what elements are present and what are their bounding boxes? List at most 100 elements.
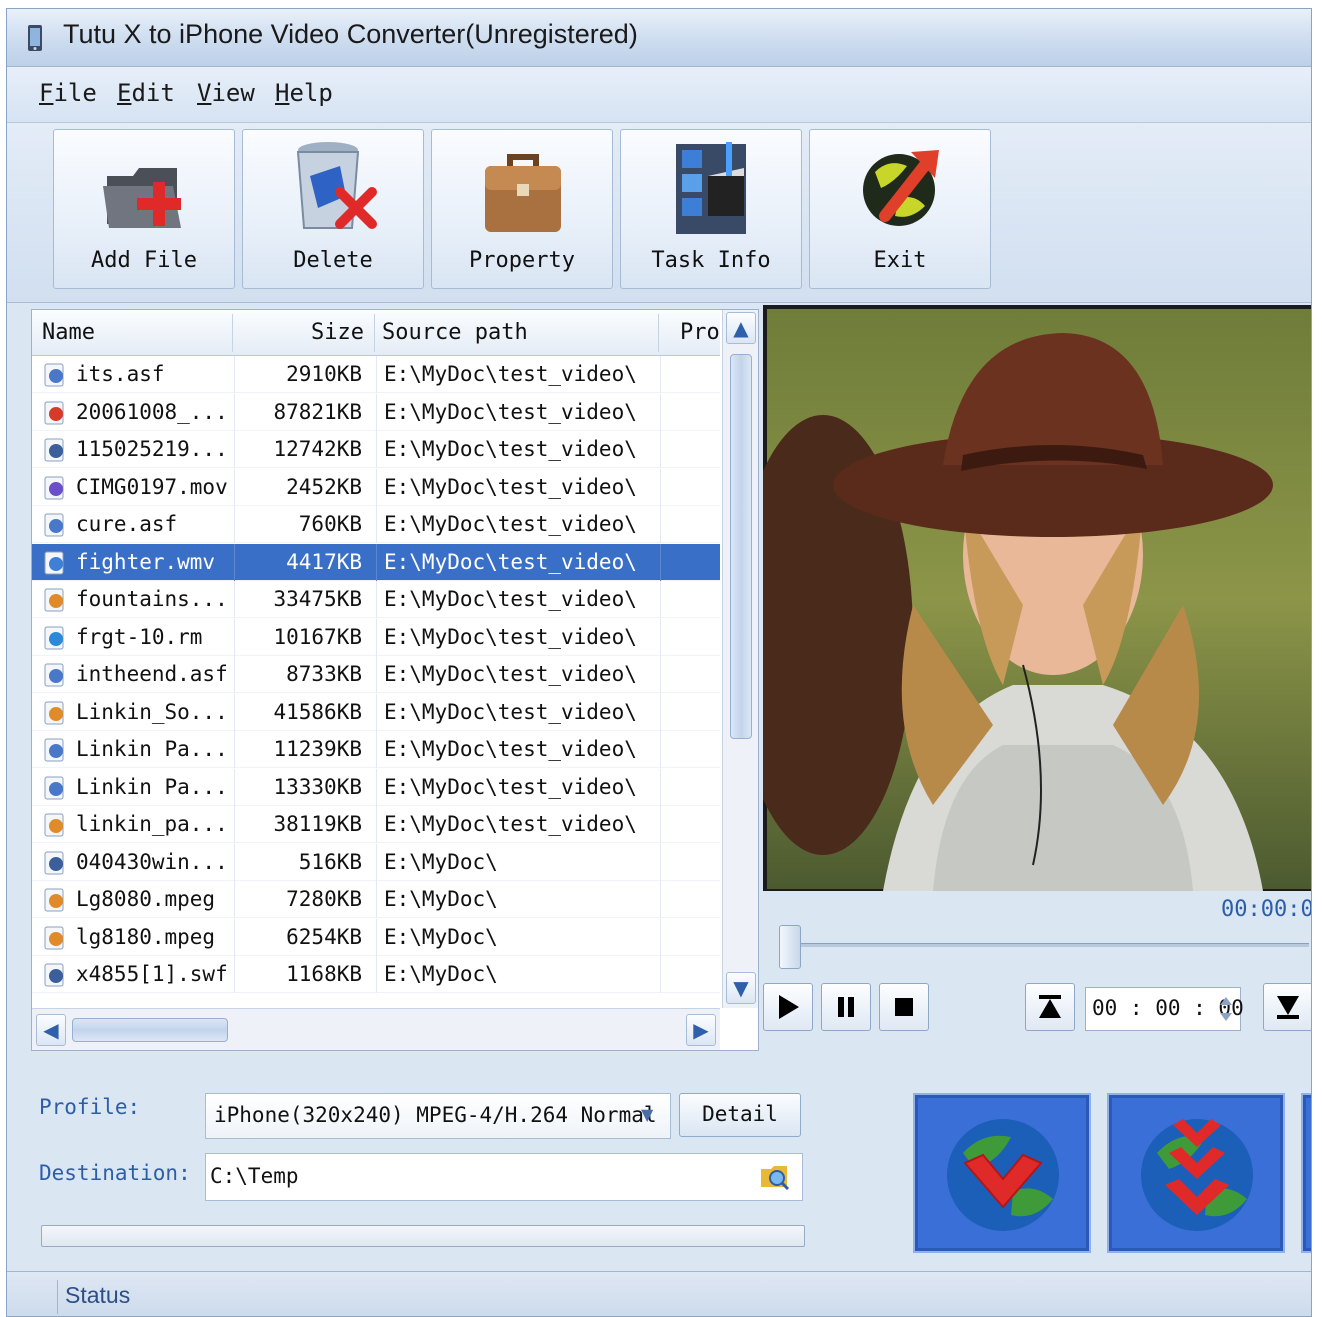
table-row[interactable]: lg8180.mpeg 6254KB E:\MyDoc\	[32, 918, 720, 956]
table-row[interactable]: Lg8080.mpeg 7280KB E:\MyDoc\	[32, 881, 720, 918]
pause-button[interactable]	[821, 983, 871, 1031]
profile-select[interactable]: iPhone(320x240) MPEG-4/H.264 Normal	[205, 1093, 671, 1139]
convert-globe-icon	[947, 1119, 1059, 1231]
seek-track[interactable]	[779, 943, 1309, 947]
property-button[interactable]: Property	[431, 129, 613, 289]
mov-icon	[44, 476, 64, 499]
briefcase-icon	[485, 154, 561, 232]
status-text: Status	[65, 1282, 131, 1308]
file-size: 1168KB	[286, 962, 362, 986]
table-row[interactable]: cure.asf 760KB E:\MyDoc\test_video\	[32, 506, 720, 543]
seek-slider-thumb[interactable]	[779, 925, 801, 969]
vertical-scroll-thumb[interactable]	[730, 354, 752, 739]
table-row[interactable]: intheend.asf 8733KB E:\MyDoc\test_video\	[32, 656, 720, 693]
column-name[interactable]: Name	[42, 320, 222, 345]
table-row[interactable]: Linkin_So... 41586KB E:\MyDoc\test_video\	[32, 693, 720, 731]
file-size: 2452KB	[286, 474, 362, 499]
scroll-left-icon[interactable]: ◀	[36, 1014, 66, 1046]
delete-button[interactable]: Delete	[242, 129, 424, 289]
set-end-button[interactable]	[1263, 983, 1311, 1031]
file-size: 13330KB	[273, 774, 362, 799]
table-row[interactable]: frgt-10.rm 10167KB E:\MyDoc\test_video\	[32, 618, 720, 656]
file-name: CIMG0197.mov	[76, 474, 228, 499]
vertical-scrollbar[interactable]: ▲ ▼	[722, 310, 758, 1008]
set-start-button[interactable]	[1025, 983, 1075, 1031]
table-row[interactable]: Linkin Pa... 11239KB E:\MyDoc\test_video\	[32, 731, 720, 768]
table-row[interactable]: 040430win... 516KB E:\MyDoc\	[32, 843, 720, 881]
add-file-button[interactable]: Add File	[53, 129, 235, 289]
file-source-path: E:\MyDoc\test_video\	[384, 812, 637, 836]
horizontal-scrollbar[interactable]: ◀ ▶	[32, 1008, 720, 1050]
file-source-path: E:\MyDoc\test_video\	[384, 474, 637, 499]
scroll-down-icon[interactable]: ▼	[726, 972, 756, 1004]
table-row[interactable]: 115025219... 12742KB E:\MyDoc\test_video\	[32, 431, 720, 468]
file-size: 2910KB	[286, 362, 362, 386]
column-source-path[interactable]: Source path	[382, 320, 652, 345]
exit-label: Exit	[873, 248, 927, 273]
stop-icon	[895, 998, 913, 1016]
browse-folder-icon[interactable]	[759, 1161, 791, 1193]
file-name: 20061008_...	[76, 399, 228, 424]
task-info-button[interactable]: Task Info	[620, 129, 802, 289]
add-folder-icon	[103, 168, 181, 228]
extra-convert-button[interactable]	[1301, 1093, 1311, 1253]
file-size: 33475KB	[273, 587, 362, 611]
file-name: 115025219...	[76, 437, 228, 461]
file-source-path: E:\MyDoc\test_video\	[384, 437, 637, 461]
title-bar[interactable]: Tutu X to iPhone Video Converter(Unregis…	[7, 9, 1311, 67]
file-list[interactable]: Name Size Source path Pro; its.asf 2910KB…	[31, 309, 759, 1051]
menu-edit[interactable]: Edit	[117, 79, 175, 107]
menu-view[interactable]: View	[197, 79, 255, 107]
table-row[interactable]: fountains... 33475KB E:\MyDoc\test_video\	[32, 581, 720, 618]
file-size: 11239KB	[273, 737, 362, 761]
file-size: 12742KB	[273, 437, 362, 461]
video-preview	[763, 305, 1311, 891]
file-name: Lg8080.mpeg	[76, 887, 216, 911]
file-source-path: E:\MyDoc\test_video\	[384, 662, 637, 686]
destination-field[interactable]: C:\Temp	[205, 1153, 803, 1201]
file-source-path: E:\MyDoc\test_video\	[384, 362, 637, 386]
convert-button[interactable]	[913, 1093, 1091, 1253]
asf-icon	[44, 663, 64, 687]
rm-icon	[44, 626, 64, 649]
time-spinner[interactable]	[1215, 991, 1237, 1027]
elapsed-time: 00:00:0	[1221, 897, 1312, 922]
menu-help[interactable]: Help	[275, 79, 333, 107]
file-size: 38119KB	[273, 812, 362, 836]
file-name: cure.asf	[76, 512, 178, 536]
detail-button[interactable]: Detail	[679, 1093, 801, 1137]
table-row[interactable]: CIMG0197.mov 2452KB E:\MyDoc\test_video\	[32, 468, 720, 506]
column-size[interactable]: Size	[242, 320, 364, 345]
file-source-path: E:\MyDoc\test_video\	[384, 737, 637, 761]
table-row[interactable]: x4855[1].swf 1168KB E:\MyDoc\	[32, 956, 720, 993]
stop-button[interactable]	[879, 983, 929, 1031]
flash-icon	[44, 851, 64, 874]
file-source-path: E:\MyDoc\test_video\	[384, 624, 637, 649]
file-name: lg8180.mpeg	[76, 924, 216, 949]
scroll-right-icon[interactable]: ▶	[686, 1014, 716, 1046]
play-button[interactable]	[763, 983, 813, 1031]
conversion-progress	[41, 1225, 805, 1247]
file-source-path: E:\MyDoc\test_video\	[384, 512, 637, 536]
file-name: its.asf	[76, 362, 165, 386]
table-row[interactable]: Linkin Pa... 13330KB E:\MyDoc\test_video\	[32, 768, 720, 806]
batch-convert-button[interactable]	[1107, 1093, 1285, 1253]
exit-button[interactable]: Exit	[809, 129, 991, 289]
table-row[interactable]: its.asf 2910KB E:\MyDoc\test_video\	[32, 356, 720, 393]
mark-end-icon	[1277, 996, 1299, 1019]
mpeg-icon	[44, 588, 64, 612]
app-icon	[28, 25, 42, 51]
toolbar: Add File Delete Property Task Info Exit	[7, 123, 1311, 303]
table-row[interactable]: 20061008_... 87821KB E:\MyDoc\test_video\	[32, 393, 720, 431]
horizontal-scroll-thumb[interactable]	[72, 1018, 228, 1042]
mpeg-icon	[44, 701, 64, 724]
chevron-down-icon[interactable]: ▼	[641, 1105, 653, 1124]
column-profile[interactable]: Pro;	[680, 320, 720, 345]
scroll-up-icon[interactable]: ▲	[726, 312, 756, 344]
menu-file[interactable]: File	[39, 79, 97, 107]
table-row[interactable]: linkin_pa... 38119KB E:\MyDoc\test_video\	[32, 806, 720, 843]
file-source-path: E:\MyDoc\test_video\	[384, 699, 637, 724]
file-name: fighter.wmv	[76, 549, 216, 574]
app-window: Tutu X to iPhone Video Converter(Unregis…	[6, 8, 1312, 1317]
table-row[interactable]: fighter.wmv 4417KB E:\MyDoc\test_video\	[32, 543, 720, 581]
